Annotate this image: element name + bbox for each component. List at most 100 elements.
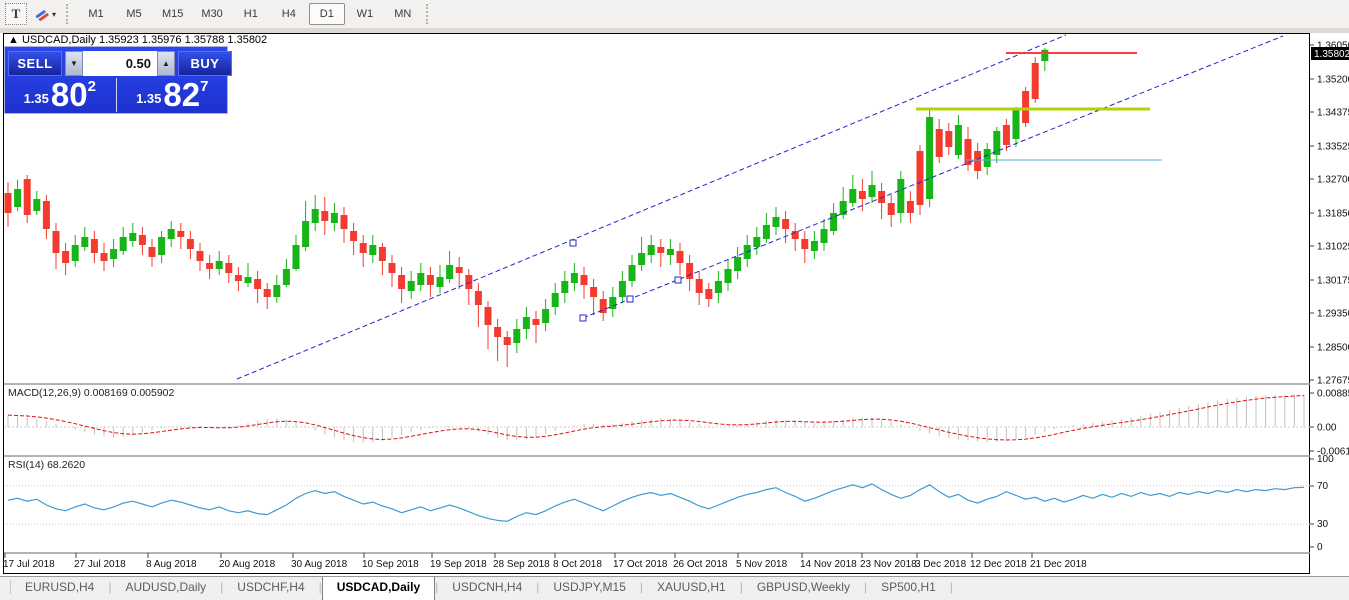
chart-tab-gbpusd[interactable]: GBPUSD,Weekly [743,577,864,600]
price-axis-label: 1.34375 [1317,108,1349,119]
candle-body [62,251,69,263]
candle-body [945,131,952,147]
chart-tab-eurusd[interactable]: EURUSD,H4 [11,577,108,600]
candle-body [331,213,338,223]
candle-body [667,249,674,255]
chart-tab-xauusd[interactable]: XAUUSD,H1 [643,577,740,600]
bid-price-pipette: 2 [88,78,96,95]
candle-body [81,237,88,247]
candle-body [360,243,367,253]
candle-body [43,201,50,229]
candle-body [638,253,645,265]
chart-tab-audusd[interactable]: AUDUSD,Daily [111,577,220,600]
rsi-axis-label: 100 [1317,454,1334,465]
volume-input[interactable] [83,51,157,76]
candle-body [485,307,492,325]
candle-body [91,239,98,253]
candle-body [427,275,434,285]
chart-tab-usdjpy[interactable]: USDJPY,M15 [539,577,639,600]
volume-increase-button[interactable]: ▲ [157,51,175,76]
candle-body [273,285,280,297]
chart-tab-sp500[interactable]: SP500,H1 [867,577,950,600]
channel-anchor-handle[interactable] [570,240,576,246]
price-axis-label: 1.30175 [1317,276,1349,287]
candle-body [475,291,482,305]
date-axis-label: 23 Nov 2018 [860,559,917,570]
candle-body [849,189,856,203]
price-axis-label: 1.28500 [1317,343,1349,354]
candle-body [917,151,924,205]
price-axis-label: 1.35200 [1317,75,1349,86]
candle-body [974,151,981,171]
candle-body [177,231,184,237]
candle-body [24,179,31,215]
candle-body [581,275,588,285]
candle-body [350,231,357,241]
buy-button[interactable]: BUY [178,51,232,76]
trading-terminal-window: T ▾ M1M5M15M30H1H4D1W1MN 1.360501.352001… [0,0,1349,600]
date-axis-label: 12 Dec 2018 [970,559,1027,570]
candle-body [72,245,79,261]
chart-tab-usdcad[interactable]: USDCAD,Daily [322,577,435,600]
candle-body [773,217,780,227]
date-axis-label: 17 Jul 2018 [3,559,55,570]
date-axis-label: 30 Aug 2018 [291,559,348,570]
candle-body [677,251,684,263]
candle-body [446,265,453,279]
candle-body [369,245,376,255]
candle-body [753,237,760,247]
date-axis-label: 5 Nov 2018 [736,559,788,570]
date-axis-label: 20 Aug 2018 [219,559,276,570]
channel-anchor-handle[interactable] [580,315,586,321]
candle-body [629,265,636,281]
date-axis-label: 8 Aug 2018 [146,559,197,570]
date-axis-label: 3 Dec 2018 [915,559,967,570]
rsi-axis-label: 30 [1317,519,1329,530]
date-axis-label: 19 Sep 2018 [430,559,487,570]
channel-anchor-handle[interactable] [675,277,681,283]
candle-body [139,235,146,245]
candle-body [254,279,261,289]
candle-body [168,229,175,239]
sell-button[interactable]: SELL [8,51,62,76]
candle-body [293,245,300,269]
candle-body [609,297,616,309]
date-axis-label: 26 Oct 2018 [673,559,728,570]
candle-body [264,289,271,297]
candle-body [312,209,319,223]
candle-body [216,261,223,269]
candle-body [283,269,290,285]
candle-body [1032,63,1039,99]
price-axis-label: 1.29350 [1317,309,1349,320]
candle-body [533,319,540,325]
rsi-axis-label: 70 [1317,481,1329,492]
candle-body [53,231,60,253]
one-click-trading-panel: SELL ▼ ▲ BUY 1.35 80 2 1.35 82 7 [4,46,228,114]
rsi-axis-label: 0 [1317,542,1323,553]
candle-body [341,215,348,229]
tabbar-lead-separator [0,580,11,594]
chart-frame [4,34,1310,574]
date-axis-label: 14 Nov 2018 [800,559,857,570]
toolbar-gap [0,28,1349,33]
candle-body [725,269,732,283]
bid-price-big: 80 [51,80,88,110]
candle-body [235,275,242,281]
chart-tab-usdchf[interactable]: USDCHF,H4 [223,577,318,600]
rsi-label: RSI(14) 68.2620 [8,459,85,471]
candle-body [321,211,328,221]
candle-body [763,225,770,239]
chart-tab-bar: EURUSD,H4|AUDUSD,Daily|USDCHF,H4|USDCAD,… [0,576,1349,600]
candle-body [1003,125,1010,145]
chart-tab-usdcnh[interactable]: USDCNH,H4 [438,577,536,600]
channel-anchor-handle[interactable] [627,296,633,302]
volume-decrease-button[interactable]: ▼ [65,51,83,76]
date-axis-label: 17 Oct 2018 [613,559,668,570]
current-price-label: 1.35802 [1314,49,1349,60]
candle-body [494,327,501,337]
candle-body [437,277,444,287]
candle-body [456,267,463,273]
date-axis-label: 27 Jul 2018 [74,559,126,570]
candle-body [1022,91,1029,123]
candle-body [888,203,895,215]
